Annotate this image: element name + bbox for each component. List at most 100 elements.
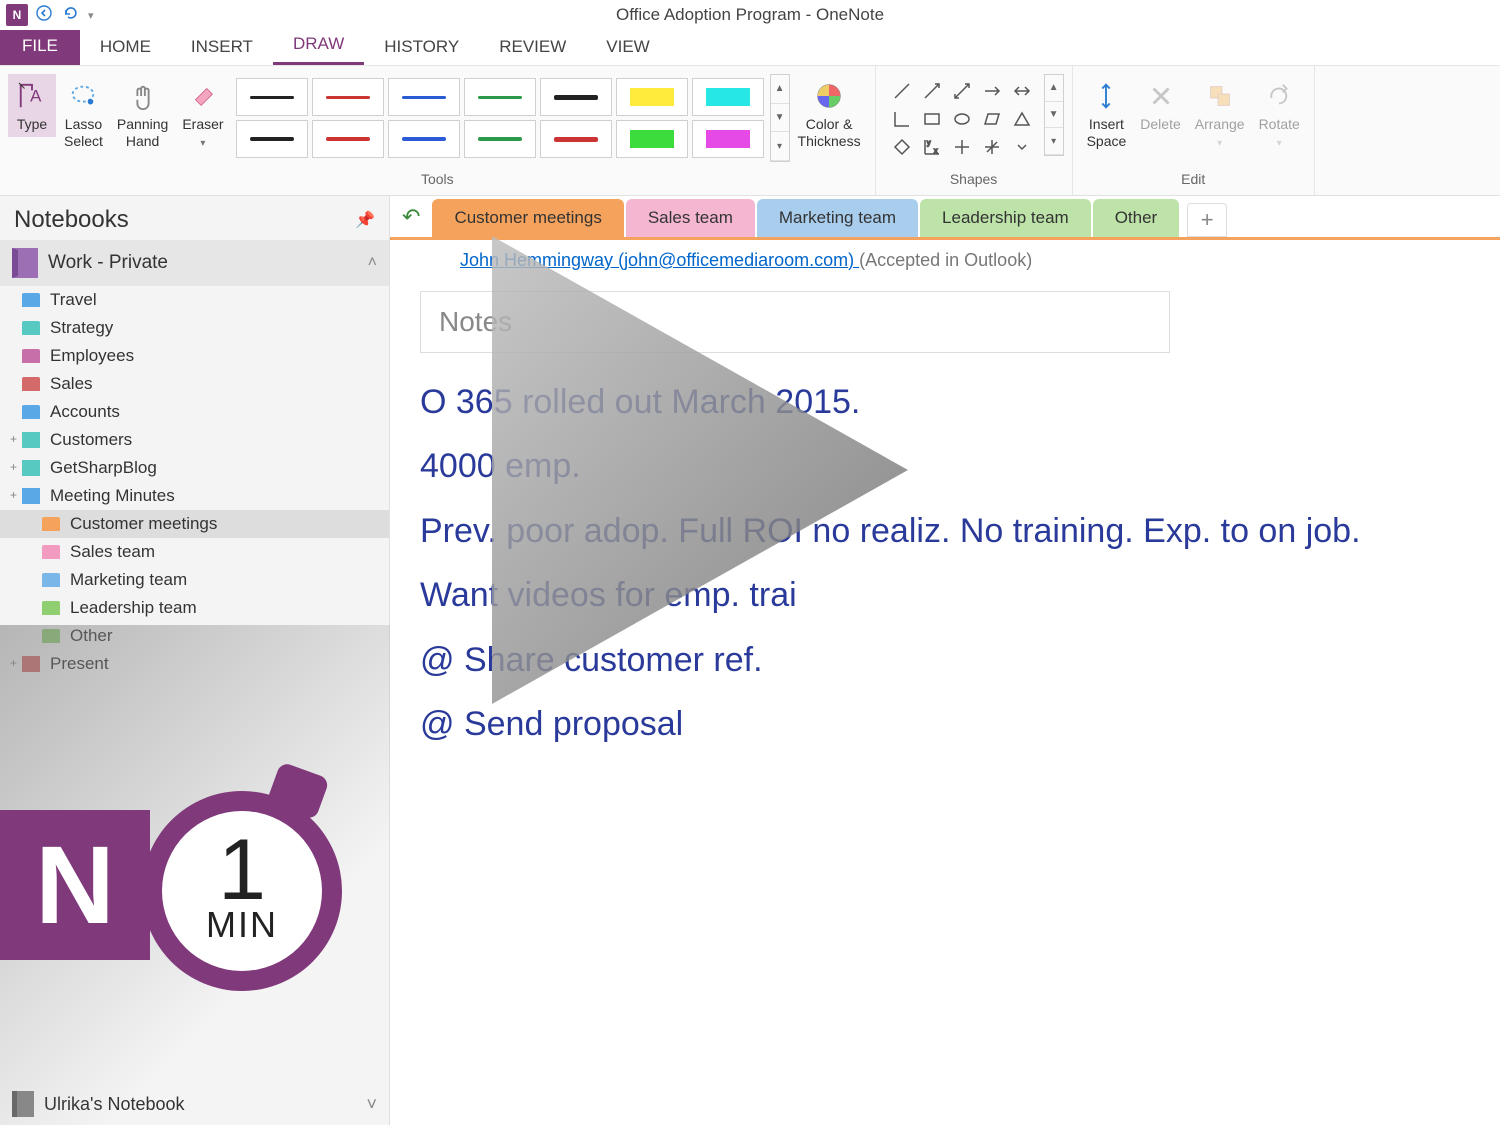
section-travel[interactable]: Travel <box>0 286 389 314</box>
window-title: Office Adoption Program - OneNote <box>616 5 884 25</box>
section-other[interactable]: Other <box>0 622 389 650</box>
add-section-tab[interactable]: + <box>1187 203 1227 237</box>
section-sales[interactable]: Sales <box>0 370 389 398</box>
section-getsharpblog[interactable]: GetSharpBlog <box>0 454 389 482</box>
current-notebook-row[interactable]: Work - Private ˄ <box>0 240 389 286</box>
section-present[interactable]: Present <box>0 650 389 678</box>
ribbon-tab-history[interactable]: HISTORY <box>364 28 479 65</box>
svg-text:A: A <box>30 87 42 106</box>
color-thickness-button[interactable]: Color & Thickness <box>792 74 867 154</box>
notebook-icon <box>12 1091 34 1117</box>
shape-axis-2d[interactable] <box>948 134 976 160</box>
section-color-icon <box>42 545 60 559</box>
gallery-more-icon[interactable]: ▾ <box>771 132 789 161</box>
pen-red-thick[interactable] <box>540 120 612 158</box>
quick-access-toolbar: ▾ <box>36 5 94 26</box>
undo-icon[interactable] <box>62 5 78 26</box>
gallery-down-icon[interactable]: ▼ <box>771 104 789 133</box>
shape-arrow-right[interactable] <box>978 78 1006 104</box>
section-color-icon <box>42 517 60 531</box>
title-bar: N ▾ Office Adoption Program - OneNote <box>0 0 1500 30</box>
attendee-link[interactable]: John Hemmingway (john@officemediaroom.co… <box>460 250 859 270</box>
shapes-up-icon[interactable]: ▲ <box>1045 75 1063 102</box>
shape-ellipse[interactable] <box>948 106 976 132</box>
notes-container[interactable]: Notes <box>420 291 1170 353</box>
section-employees[interactable]: Employees <box>0 342 389 370</box>
shapes-more-icon[interactable]: ▾ <box>1045 128 1063 155</box>
eraser-button[interactable]: Eraser▾ <box>176 74 229 154</box>
shape-axis-xy[interactable]: yx <box>918 134 946 160</box>
section-tabs: ↶ Customer meetingsSales teamMarketing t… <box>390 196 1500 240</box>
pen-black-thin[interactable] <box>236 78 308 116</box>
section-strategy[interactable]: Strategy <box>0 314 389 342</box>
back-icon[interactable] <box>36 5 52 26</box>
ribbon-tab-review[interactable]: REVIEW <box>479 28 586 65</box>
highlighter-cyan[interactable] <box>692 78 764 116</box>
pen-black-thick[interactable] <box>540 78 612 116</box>
ribbon-tab-home[interactable]: HOME <box>80 28 171 65</box>
shape-arrow[interactable] <box>918 78 946 104</box>
shape-double-arrow[interactable] <box>948 78 976 104</box>
pen-green-thin[interactable] <box>464 78 536 116</box>
highlighter-magenta[interactable] <box>692 120 764 158</box>
type-button[interactable]: A Type <box>8 74 56 137</box>
section-customers[interactable]: Customers <box>0 426 389 454</box>
pen-red-med[interactable] <box>312 120 384 158</box>
section-tab-customer-meetings[interactable]: Customer meetings <box>432 199 623 237</box>
pen-black-med[interactable] <box>236 120 308 158</box>
pen-red-thin[interactable] <box>312 78 384 116</box>
shape-arrow-both[interactable] <box>1008 78 1036 104</box>
highlighter-yellow[interactable] <box>616 78 688 116</box>
shape-diamond[interactable] <box>888 134 916 160</box>
section-sales-team[interactable]: Sales team <box>0 538 389 566</box>
section-color-icon <box>22 460 40 476</box>
highlighter-green[interactable] <box>616 120 688 158</box>
other-notebook-row[interactable]: Ulrika's Notebook ˅ <box>0 1083 389 1125</box>
chevron-up-icon: ˄ <box>368 254 377 272</box>
section-color-icon <box>42 629 60 643</box>
section-customer-meetings[interactable]: Customer meetings <box>0 510 389 538</box>
pin-icon[interactable]: 📌 <box>355 210 375 230</box>
arrange-button: Arrange▾ <box>1189 74 1251 154</box>
pen-gallery <box>232 74 768 162</box>
section-tab-marketing-team[interactable]: Marketing team <box>757 199 918 237</box>
nav-back-icon[interactable]: ↶ <box>402 204 420 230</box>
shape-line[interactable] <box>888 78 916 104</box>
section-leadership-team[interactable]: Leadership team <box>0 594 389 622</box>
ribbon-tab-file[interactable]: FILE <box>0 27 80 65</box>
section-tab-other[interactable]: Other <box>1093 199 1180 237</box>
pen-gallery-expand[interactable]: ▲ ▼ ▾ <box>770 74 790 162</box>
shapes-gallery-expand[interactable]: ▲ ▼ ▾ <box>1044 74 1064 156</box>
ribbon: A Type Lasso Select Panning Hand Eraser▾ <box>0 66 1500 196</box>
shape-parallelogram[interactable] <box>978 106 1006 132</box>
ribbon-tab-insert[interactable]: INSERT <box>171 28 273 65</box>
section-meeting-minutes[interactable]: Meeting Minutes <box>0 482 389 510</box>
ribbon-tab-view[interactable]: VIEW <box>586 28 669 65</box>
delete-button: Delete <box>1134 74 1186 137</box>
attendee-status: (Accepted in Outlook) <box>859 250 1032 270</box>
section-tab-leadership-team[interactable]: Leadership team <box>920 199 1091 237</box>
qat-customize-icon[interactable]: ▾ <box>88 9 94 22</box>
section-color-icon <box>22 377 40 391</box>
section-tab-sales-team[interactable]: Sales team <box>626 199 755 237</box>
pen-blue-med[interactable] <box>388 120 460 158</box>
ribbon-tab-draw[interactable]: DRAW <box>273 25 364 65</box>
shapes-down-icon[interactable]: ▼ <box>1045 102 1063 129</box>
section-accounts[interactable]: Accounts <box>0 398 389 426</box>
pen-blue-thin[interactable] <box>388 78 460 116</box>
edit-group-label: Edit <box>1181 169 1205 191</box>
handwritten-notes: O 365 rolled out March 2015.4000 emp.Pre… <box>420 375 1470 751</box>
shapes-gallery: yx <box>884 74 1040 164</box>
shape-triangle[interactable] <box>1008 106 1036 132</box>
shape-rect[interactable] <box>918 106 946 132</box>
shape-elbow[interactable] <box>888 106 916 132</box>
shape-more[interactable] <box>1008 134 1036 160</box>
pen-green-med[interactable] <box>464 120 536 158</box>
shape-axis-3d[interactable] <box>978 134 1006 160</box>
section-marketing-team[interactable]: Marketing team <box>0 566 389 594</box>
gallery-up-icon[interactable]: ▲ <box>771 75 789 104</box>
panning-hand-button[interactable]: Panning Hand <box>111 74 174 154</box>
insert-space-button[interactable]: Insert Space <box>1081 74 1133 154</box>
one-minute-badge: N 1 MIN <box>0 775 352 995</box>
lasso-select-button[interactable]: Lasso Select <box>58 74 109 154</box>
